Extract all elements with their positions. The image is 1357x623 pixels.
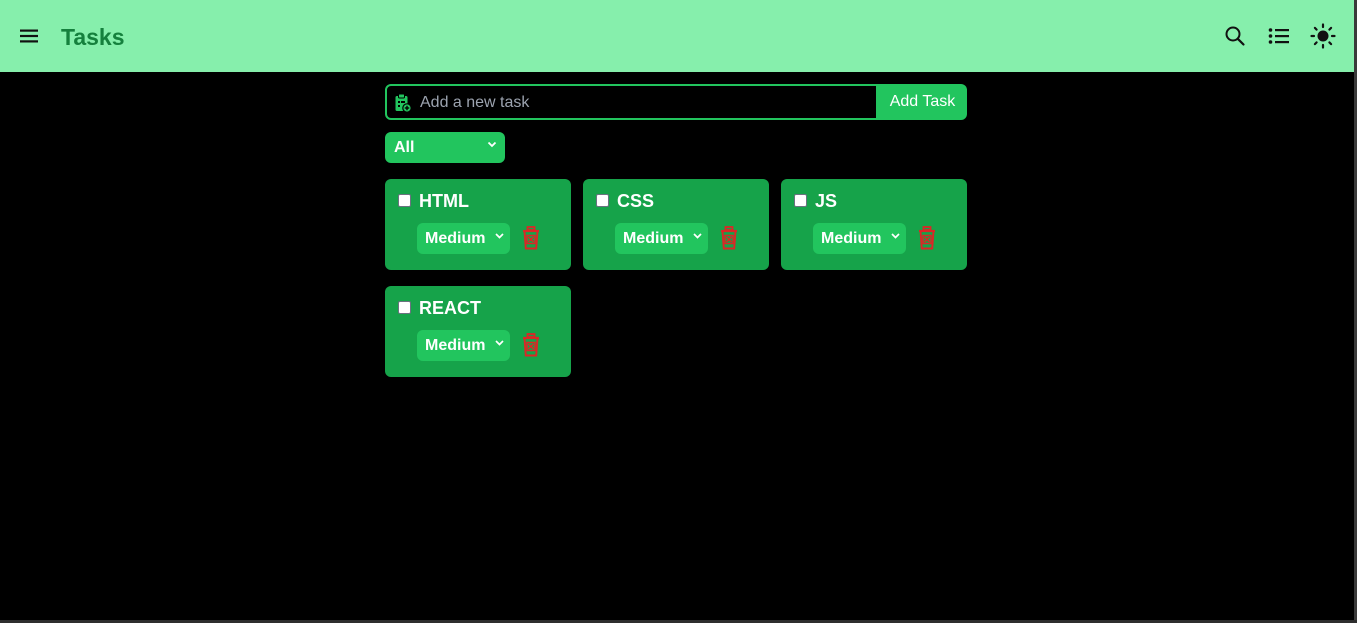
- top-bar: Tasks: [0, 0, 1354, 72]
- task-checkbox[interactable]: [398, 194, 411, 207]
- priority-select[interactable]: Medium: [417, 330, 510, 361]
- new-task-input[interactable]: [420, 91, 870, 115]
- delete-task-button[interactable]: [522, 226, 540, 255]
- add-task-button[interactable]: Add Task: [878, 84, 967, 120]
- task-checkbox[interactable]: [794, 194, 807, 207]
- task-checkbox[interactable]: [398, 301, 411, 314]
- filter-selected-value: All: [394, 138, 415, 156]
- priority-select[interactable]: Medium: [813, 223, 906, 254]
- task-card: HTML Medium: [385, 179, 571, 270]
- task-name: REACT: [419, 298, 481, 318]
- page-title: Tasks: [61, 24, 125, 50]
- sun-icon: [1310, 23, 1336, 49]
- priority-select[interactable]: Medium: [615, 223, 708, 254]
- task-name: JS: [815, 191, 838, 211]
- priority-select[interactable]: Medium: [417, 223, 510, 254]
- task-checkbox[interactable]: [596, 194, 609, 207]
- chevron-down-icon: [891, 233, 900, 239]
- priority-value: Medium: [821, 229, 882, 247]
- menu-icon: [20, 29, 38, 43]
- menu-button[interactable]: [15, 22, 43, 50]
- priority-value: Medium: [623, 229, 684, 247]
- priority-value: Medium: [425, 336, 486, 354]
- search-icon: [1225, 26, 1245, 46]
- trash-icon: [919, 226, 935, 250]
- chevron-down-icon: [487, 141, 497, 148]
- list-icon: [1268, 28, 1289, 44]
- chevron-down-icon: [495, 340, 504, 346]
- delete-task-button[interactable]: [918, 226, 936, 255]
- delete-task-button[interactable]: [720, 226, 738, 255]
- delete-task-button[interactable]: [522, 333, 540, 362]
- filter-select[interactable]: All: [385, 132, 505, 163]
- theme-toggle-button[interactable]: [1309, 22, 1337, 50]
- list-view-button[interactable]: [1265, 22, 1293, 50]
- trash-icon: [523, 333, 539, 357]
- search-button[interactable]: [1221, 22, 1249, 50]
- task-card: REACT Medium: [385, 286, 571, 377]
- chevron-down-icon: [693, 233, 702, 239]
- task-input-wrapper: [385, 84, 878, 120]
- task-name: HTML: [419, 191, 469, 211]
- chevron-down-icon: [495, 233, 504, 239]
- add-task-form: Add Task: [385, 84, 967, 120]
- priority-value: Medium: [425, 229, 486, 247]
- task-card: CSS Medium: [583, 179, 769, 270]
- trash-icon: [523, 226, 539, 250]
- task-name: CSS: [617, 191, 655, 211]
- app-root: Tasks Add a new task Add Task All HTML M…: [0, 0, 1357, 623]
- clipboard-add-icon: [394, 93, 412, 118]
- task-card: JS Medium: [781, 179, 967, 270]
- trash-icon: [721, 226, 737, 250]
